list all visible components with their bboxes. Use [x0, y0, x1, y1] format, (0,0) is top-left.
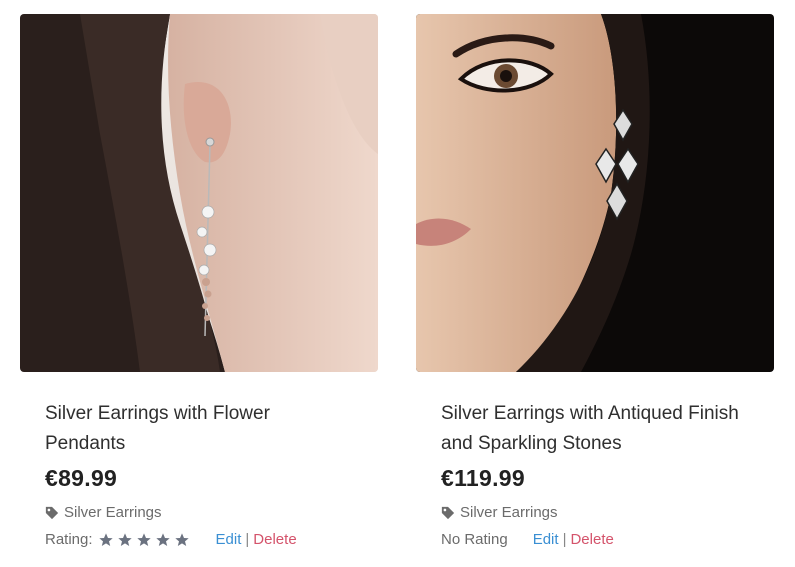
product-category: Silver Earrings — [441, 504, 774, 521]
product-image[interactable] — [20, 14, 378, 372]
star-icon — [136, 532, 151, 546]
product-meta: Rating: Edit | Delete — [45, 531, 378, 548]
product-photo-earring-flower — [20, 14, 378, 372]
star-icon — [98, 532, 113, 546]
category-label[interactable]: Silver Earrings — [64, 504, 162, 521]
edit-link[interactable]: Edit — [533, 531, 559, 548]
product-meta: No Rating Edit | Delete — [441, 531, 774, 548]
delete-link[interactable]: Delete — [570, 531, 613, 548]
rating-label: No Rating — [441, 531, 508, 548]
category-label[interactable]: Silver Earrings — [460, 504, 558, 521]
product-title[interactable]: Silver Earrings with Flower Pendants — [45, 399, 345, 459]
separator: | — [245, 531, 250, 548]
product-price: €119.99 — [441, 465, 525, 491]
product-card: Silver Earrings with Flower Pendants €89… — [20, 14, 378, 548]
product-photo-earring-antique — [416, 14, 774, 372]
rating-label: Rating: — [45, 531, 93, 548]
edit-link[interactable]: Edit — [216, 531, 242, 548]
star-icon — [155, 532, 170, 546]
star-icon — [117, 532, 132, 546]
product-category: Silver Earrings — [45, 504, 378, 521]
rating-stars — [98, 532, 190, 548]
product-image[interactable] — [416, 14, 774, 372]
product-title[interactable]: Silver Earrings with Antiqued Finish and… — [441, 399, 741, 459]
star-icon — [174, 532, 189, 546]
product-price: €89.99 — [45, 465, 118, 491]
separator: | — [562, 531, 567, 548]
tag-icon — [441, 506, 455, 519]
delete-link[interactable]: Delete — [253, 531, 296, 548]
product-card: Silver Earrings with Antiqued Finish and… — [416, 14, 774, 548]
tag-icon — [45, 506, 59, 519]
